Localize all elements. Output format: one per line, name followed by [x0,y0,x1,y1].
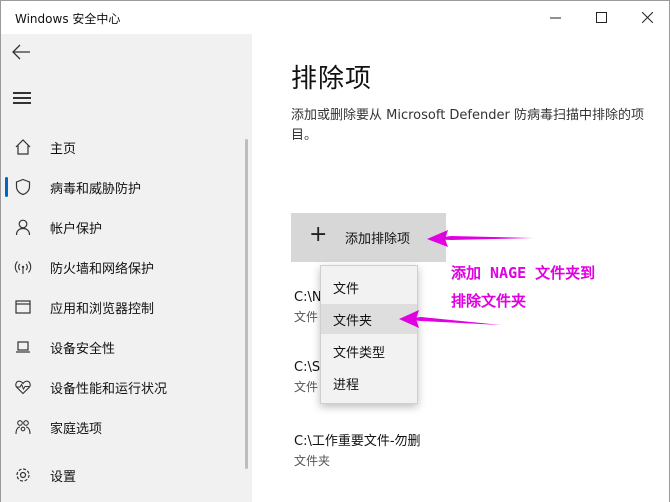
annotation-text: 添加 NAGE 文件夹到 排除文件夹 [451,259,641,315]
annotation-arrows [399,230,533,328]
windows-security-window: Windows 安全中心 主页 病毒和威胁防护 帐户保护 防火墙和网络保护 应用… [0,0,670,502]
annotation-line2: 排除文件夹 [451,292,527,310]
annotation-line1: 添加 NAGE 文件夹到 [451,264,596,282]
arrow-to-add-button [427,230,533,247]
